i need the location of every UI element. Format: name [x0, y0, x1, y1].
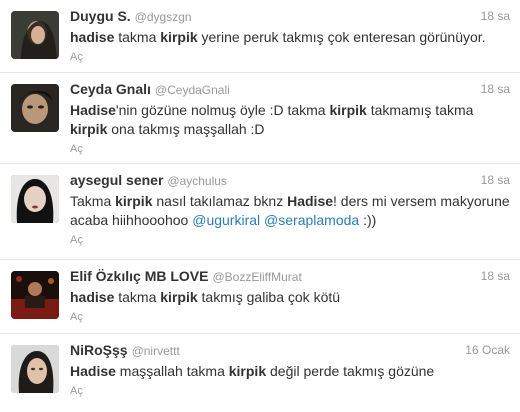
avatar[interactable]: [11, 84, 59, 132]
expand-link[interactable]: Aç: [70, 311, 510, 323]
tweet-text: hadise takma kirpik yerine peruk takmış …: [70, 28, 510, 47]
expand-link[interactable]: Aç: [70, 51, 510, 63]
mention-link[interactable]: @ugurkiral: [192, 212, 260, 228]
user-name[interactable]: Ceyda Gnalı: [70, 81, 151, 97]
tweet-feed: Duygu S. @dygszgn 18 sa hadise takma kirp…: [0, 0, 520, 412]
timestamp[interactable]: 18 sa: [481, 269, 510, 283]
timestamp[interactable]: 18 sa: [481, 173, 510, 187]
highlighted-keyword: kirpik: [329, 102, 367, 118]
text-segment: ona takmış maşşallah :D: [107, 121, 265, 137]
user-handle[interactable]: @dygszgn: [135, 10, 192, 24]
text-segment: 'nin gözüne nolmuş öyle :D takma: [115, 102, 330, 118]
tweet: NiRoŞşş @nirvettt 16 Ocak Hadise maşşalla…: [0, 334, 520, 412]
text-segment: değil perde takmış gözüne: [266, 363, 435, 379]
timestamp[interactable]: 18 sa: [481, 9, 510, 23]
expand-link[interactable]: Aç: [70, 385, 510, 397]
timestamp[interactable]: 16 Ocak: [465, 343, 510, 357]
user-handle[interactable]: @CeydaGnali: [155, 83, 230, 97]
avatar[interactable]: [11, 345, 59, 393]
text-segment: Takma: [70, 193, 116, 209]
highlighted-keyword: kirpik: [160, 289, 198, 305]
highlighted-keyword: Hadise: [287, 193, 334, 209]
expand-link[interactable]: Aç: [70, 234, 510, 246]
avatar[interactable]: [11, 11, 59, 59]
highlighted-keyword: kirpik: [160, 29, 198, 45]
tweet-text: Hadise maşşallah takma kirpik değil perd…: [70, 362, 510, 381]
highlighted-keyword: Hadise: [70, 102, 116, 118]
mention-link[interactable]: @seraplamoda: [264, 212, 359, 228]
tweet-text: hadise takma kirpik takmış galiba çok kö…: [70, 288, 510, 307]
user-name[interactable]: Duygu S.: [70, 8, 131, 24]
tweet: Duygu S. @dygszgn 18 sa hadise takma kirp…: [0, 0, 520, 73]
tweet-text: Takma kirpik nasıl takılamaz bknz Hadise…: [70, 192, 510, 230]
text-segment: :)): [359, 212, 377, 228]
user-handle[interactable]: @nirvettt: [132, 344, 180, 358]
highlighted-keyword: kirpik: [228, 363, 267, 379]
user-handle[interactable]: @BozzEliffMurat: [212, 270, 301, 284]
highlighted-keyword: hadise: [70, 289, 115, 305]
text-segment: yerine peruk takmış çok enteresan görünü…: [197, 29, 486, 45]
user-name[interactable]: Elif Özkılıç MB LOVE: [70, 268, 208, 284]
text-segment: maşşallah takma: [115, 363, 229, 379]
text-segment: takmamış takma: [366, 102, 474, 118]
text-segment: takmış galiba çok kötü: [197, 289, 341, 305]
user-name[interactable]: NiRoŞşş: [70, 342, 128, 358]
highlighted-keyword: hadise: [70, 29, 115, 45]
highlighted-keyword: Hadise: [70, 363, 116, 379]
user-handle[interactable]: @aychulus: [167, 174, 227, 188]
text-segment: nasıl takılamaz bknz: [152, 193, 288, 209]
tweet: aysegul sener @aychulus 18 sa Takma kirpi…: [0, 164, 520, 260]
text-segment: takma: [114, 289, 161, 305]
tweet: Ceyda Gnalı @CeydaGnali 18 sa Hadise'nin …: [0, 73, 520, 164]
avatar[interactable]: [11, 175, 59, 223]
timestamp[interactable]: 18 sa: [481, 82, 510, 96]
highlighted-keyword: kirpik: [70, 121, 108, 137]
tweet-text: Hadise'nin gözüne nolmuş öyle :D takma k…: [70, 101, 510, 139]
expand-link[interactable]: Aç: [70, 143, 510, 155]
user-name[interactable]: aysegul sener: [70, 172, 163, 188]
text-segment: takma: [114, 29, 161, 45]
tweet: Elif Özkılıç MB LOVE @BozzEliffMurat 18 s…: [0, 260, 520, 334]
avatar[interactable]: [11, 271, 59, 319]
highlighted-keyword: kirpik: [115, 193, 153, 209]
